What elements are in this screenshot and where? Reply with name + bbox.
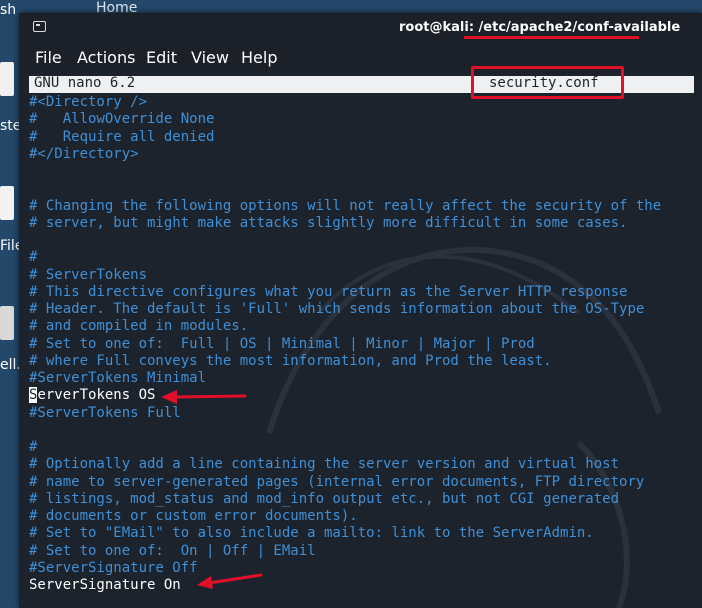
menu-view[interactable]: View (191, 48, 229, 67)
menu-help[interactable]: Help (241, 48, 277, 67)
menu-actions[interactable]: Actions (77, 48, 135, 67)
comment-line: #ServerSignature Off (29, 559, 198, 576)
arrow-serversignature-annotation (197, 573, 263, 589)
terminal-icon (33, 21, 46, 32)
config-line: ServerSignature On (29, 577, 181, 593)
comment-line: # Set to "EMail" to also include a mailt… (29, 525, 594, 542)
comment-line: # listings, mod_status and mod_info outp… (29, 490, 620, 507)
desktop-lock-icon[interactable] (0, 306, 14, 340)
editor-content[interactable]: #<Directory /> # AllowOverride None # Requ… (29, 94, 661, 594)
comment-line: #</Directory> (29, 145, 139, 162)
comment-line: # and compiled in modules. (29, 318, 249, 335)
comment-line: #ServerTokens Full (29, 404, 181, 421)
config-line: ServerTokens OS (29, 387, 156, 404)
desktop-icon-1[interactable] (0, 62, 14, 96)
title-underline-annotation (464, 36, 639, 39)
comment-line: # name to server-generated pages (intern… (29, 473, 645, 490)
comment-line: # server, but might make attacks slightl… (29, 214, 628, 231)
nano-version: GNU nano 6.2 (34, 75, 136, 91)
comment-line: # (29, 249, 38, 266)
comment-line: # documents or custom error documents). (29, 508, 358, 524)
title-bar[interactable]: root@kali: /etc/apache2/conf-available (19, 13, 702, 43)
comment-line: # This directive configures what you ret… (29, 283, 628, 300)
comment-line: # Require all denied (29, 128, 215, 145)
comment-line: # Header. The default is 'Full' which se… (29, 301, 645, 317)
menu-file[interactable]: File (35, 48, 62, 67)
comment-line: # AllowOverride None (29, 111, 215, 128)
menu-edit[interactable]: Edit (146, 48, 177, 67)
terminal-window[interactable]: root@kali: /etc/apache2/conf-available F… (19, 13, 702, 608)
comment-line: # Optionally add a line containing the s… (29, 456, 620, 473)
desktop-label-4: ell. (0, 357, 21, 373)
comment-line: # where Full conveys the most informatio… (29, 352, 552, 369)
desktop-label-1: sh (0, 2, 17, 18)
desktop-file-icon[interactable] (0, 186, 14, 220)
comment-line: # Set to one of: Full | OS | Minimal | M… (29, 335, 535, 352)
comment-line: #ServerTokens Minimal (29, 370, 207, 386)
text-cursor: S (29, 387, 38, 404)
comment-line: # Changing the following options will no… (29, 197, 662, 214)
comment-line: # ServerTokens (29, 266, 148, 283)
comment-line: # Set to one of: On | Off | EMail (29, 542, 316, 559)
arrow-servertokens-annotation (161, 390, 247, 404)
comment-line: #<Directory /> (29, 94, 148, 110)
window-title: root@kali: /etc/apache2/conf-available (399, 20, 681, 35)
comment-line: # (29, 439, 38, 455)
